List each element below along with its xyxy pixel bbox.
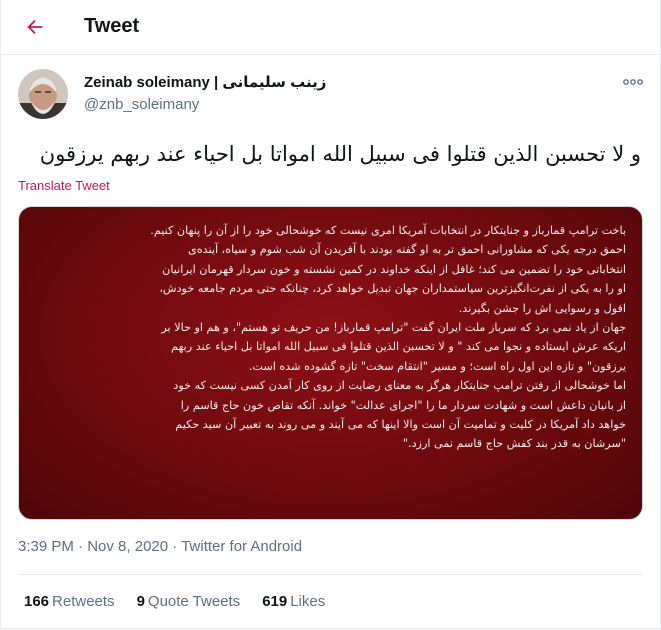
media-text-line: "سرشان به قدر بند کفش حاج قاسم نمی ارزد.… <box>402 437 626 451</box>
avatar-photo <box>18 69 68 119</box>
tweet-stats: 166 Retweets 9 Quote Tweets 619 Likes <box>24 593 347 610</box>
media-text-line: احمق درجه یکی که مشاورانی احمق تر به او … <box>188 243 626 257</box>
media-text-line: اما خوشحالی از رفتن ترامپ جنایتکار هرگز … <box>173 379 626 393</box>
tweet-source[interactable]: Twitter for Android <box>181 538 302 555</box>
avatar[interactable] <box>18 69 68 119</box>
page-title: Tweet <box>84 15 140 37</box>
retweets-count: 166 <box>24 593 50 610</box>
media-image-text: باخت ترامپ قمارباز و جنایتکار در انتخابا… <box>37 221 626 454</box>
author-handle[interactable]: @znb_soleimany <box>84 96 199 113</box>
page-header: Tweet <box>0 0 661 55</box>
quote-tweets-label: Quote Tweets <box>147 593 241 610</box>
media-text-line: او را به یکی از نفرت‌انگیزترین سیاستمدار… <box>159 282 626 296</box>
meta-separator: · <box>78 538 84 555</box>
tweet-media-image[interactable]: باخت ترامپ قمارباز و جنایتکار در انتخابا… <box>18 206 643 520</box>
retweets-label: Retweets <box>52 593 115 610</box>
media-text-line: باخت ترامپ قمارباز و جنایتکار در انتخابا… <box>150 224 626 237</box>
media-text-line: از بانیان داعش است و شهادت سردار ما را "… <box>180 398 626 412</box>
more-options-icon <box>623 79 643 85</box>
media-text-line: یرزقون" و تازه این اول راه است؛ و مسیر "… <box>248 359 626 373</box>
tweet-time[interactable]: 3:39 PM <box>18 538 74 555</box>
quote-tweets-stat[interactable]: 9 Quote Tweets <box>137 593 241 610</box>
likes-stat[interactable]: 619 Likes <box>262 593 325 610</box>
media-text-line: انتخاباتی خود را تضمین می کند؛ غافل از ا… <box>162 262 626 276</box>
translate-tweet-link[interactable]: Translate Tweet <box>18 178 110 193</box>
back-arrow-icon <box>27 19 43 35</box>
media-text-line: خواهد داد آمریکا در کلیت و تمامیت آن است… <box>175 418 626 432</box>
more-options-button[interactable] <box>620 72 646 92</box>
quote-tweets-count: 9 <box>136 593 145 610</box>
media-text-line: اریکه عرش ایستاده و نجوا می کند " و لا ت… <box>171 340 626 354</box>
author-display-name[interactable]: Zeinab soleimany | زینب سلیمانی <box>84 73 326 91</box>
back-button[interactable] <box>18 10 52 44</box>
meta-separator: · <box>172 538 178 555</box>
tweet-metadata: 3:39 PM · Nov 8, 2020 · Twitter for Andr… <box>18 538 302 555</box>
retweets-stat[interactable]: 166 Retweets <box>24 593 115 610</box>
tweet-text: و لا تحسبن الذین قتلوا فی سبیل الله اموا… <box>39 142 641 166</box>
likes-label: Likes <box>290 593 326 610</box>
tweet-date[interactable]: Nov 8, 2020 <box>87 538 168 555</box>
author-name-row[interactable]: Zeinab soleimany | زینب سلیمانی <box>84 73 326 91</box>
media-text-line: جهان از یاد نمی برد که سرباز ملت ایران گ… <box>161 321 626 335</box>
media-text-line: افول و رسوایی اش را جشن بگیرند. <box>458 301 626 315</box>
likes-count: 619 <box>262 593 288 610</box>
divider <box>18 574 643 575</box>
